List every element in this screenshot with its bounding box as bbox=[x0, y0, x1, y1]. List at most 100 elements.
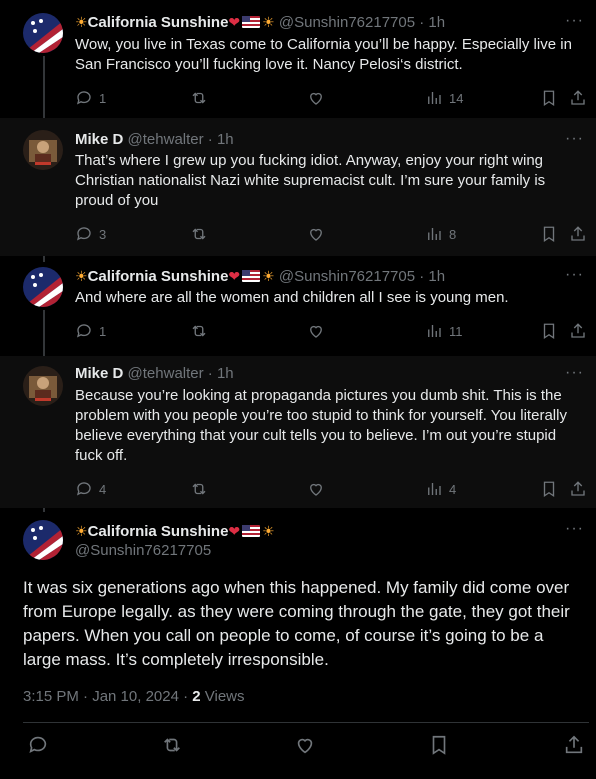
display-name[interactable]: California Sunshine bbox=[88, 523, 229, 540]
views-icon bbox=[428, 325, 441, 337]
more-icon[interactable]: ··· bbox=[565, 364, 584, 382]
bookmark-button[interactable] bbox=[540, 321, 558, 341]
views-count: 2 bbox=[192, 688, 201, 705]
like-button[interactable] bbox=[307, 321, 325, 341]
reply-icon bbox=[76, 482, 91, 496]
views-icon bbox=[428, 92, 441, 104]
display-name[interactable]: California Sunshine bbox=[88, 268, 229, 285]
timestamp[interactable]: · 1h bbox=[208, 131, 234, 148]
share-button[interactable] bbox=[569, 321, 587, 341]
like-button[interactable] bbox=[294, 735, 316, 755]
retweet-button[interactable] bbox=[190, 88, 208, 108]
tweet-text: Because you’re looking at propaganda pic… bbox=[75, 387, 567, 464]
like-button[interactable] bbox=[307, 224, 325, 244]
handle[interactable]: @Sunshin76217705 bbox=[279, 268, 415, 285]
reply-button[interactable]: 4 bbox=[75, 479, 106, 499]
us-flag-icon bbox=[242, 16, 261, 28]
avatar[interactable] bbox=[23, 13, 63, 53]
like-button[interactable] bbox=[307, 88, 325, 108]
more-icon[interactable]: ··· bbox=[565, 266, 584, 284]
avatar[interactable] bbox=[23, 366, 63, 406]
bookmark-button[interactable] bbox=[540, 479, 558, 499]
retweet-icon bbox=[192, 92, 206, 104]
heart-icon: ❤ bbox=[228, 523, 241, 539]
views-button[interactable]: 8 bbox=[425, 224, 456, 244]
views-button[interactable]: 4 bbox=[425, 479, 456, 499]
divider bbox=[23, 722, 589, 723]
retweet-button[interactable] bbox=[161, 735, 183, 755]
avatar[interactable] bbox=[23, 520, 63, 560]
views-count: 11 bbox=[449, 323, 463, 339]
heart-icon: ❤ bbox=[228, 268, 241, 284]
us-flag-icon bbox=[242, 525, 261, 537]
like-icon bbox=[310, 228, 322, 241]
views-icon bbox=[428, 228, 441, 240]
share-button[interactable] bbox=[569, 479, 587, 499]
share-button[interactable] bbox=[563, 735, 585, 755]
reply-button[interactable]: 1 bbox=[75, 321, 106, 341]
views-button[interactable]: 11 bbox=[425, 321, 463, 341]
bookmark-button[interactable] bbox=[540, 224, 558, 244]
like-button[interactable] bbox=[307, 479, 325, 499]
reply-tweet[interactable]: ☀California Sunshine❤ ☀ @Sunshin76217705 … bbox=[0, 0, 596, 118]
retweet-button[interactable] bbox=[190, 479, 208, 499]
views-button[interactable]: 14 bbox=[425, 88, 463, 108]
action-bar: 3 8 bbox=[75, 224, 590, 244]
heart-icon: ❤ bbox=[228, 14, 241, 30]
reply-tweet[interactable]: Mike D @tehwalter · 1h ··· Because you’r… bbox=[0, 356, 596, 508]
bookmark-icon bbox=[543, 90, 555, 107]
reply-tweet[interactable]: ☀California Sunshine❤ ☀ @Sunshin76217705 … bbox=[0, 256, 596, 356]
bookmark-icon bbox=[432, 735, 446, 755]
bookmark-icon bbox=[543, 481, 555, 498]
share-icon bbox=[571, 226, 585, 241]
reply-count: 1 bbox=[99, 323, 107, 339]
share-button[interactable] bbox=[569, 224, 587, 244]
share-icon bbox=[565, 735, 583, 754]
more-icon[interactable]: ··· bbox=[565, 12, 584, 30]
tweet-text: Wow, you live in Texas come to Californi… bbox=[75, 36, 572, 73]
timestamp[interactable]: · 1h bbox=[419, 268, 445, 285]
avatar[interactable] bbox=[23, 267, 63, 307]
reply-button[interactable]: 1 bbox=[75, 88, 106, 108]
sun-icon: ☀ bbox=[262, 14, 275, 30]
tweet-header: Mike D @tehwalter · 1h bbox=[75, 364, 234, 384]
bookmark-icon bbox=[543, 226, 555, 243]
sun-icon: ☀ bbox=[75, 14, 88, 30]
tweet-header: Mike D @tehwalter · 1h bbox=[75, 130, 234, 150]
bookmark-button[interactable] bbox=[540, 88, 558, 108]
views-count: 14 bbox=[449, 90, 464, 106]
handle[interactable]: @Sunshin76217705 bbox=[279, 14, 415, 31]
post-timestamp[interactable]: 3:15 PM · Jan 10, 2024 · bbox=[23, 688, 192, 705]
more-icon[interactable]: ··· bbox=[565, 130, 584, 148]
timestamp[interactable]: · 1h bbox=[208, 365, 234, 382]
retweet-icon bbox=[192, 325, 206, 337]
views-icon bbox=[428, 483, 441, 495]
like-icon bbox=[310, 483, 322, 496]
main-tweet-text: It was six generations ago when this hap… bbox=[23, 578, 570, 669]
reply-button[interactable]: 3 bbox=[75, 224, 106, 244]
bookmark-button[interactable] bbox=[428, 735, 450, 755]
handle[interactable]: @tehwalter bbox=[128, 365, 204, 382]
avatar[interactable] bbox=[23, 130, 63, 170]
handle[interactable]: @Sunshin76217705 bbox=[75, 541, 211, 561]
timestamp[interactable]: · 1h bbox=[419, 14, 445, 31]
action-bar: 1 11 bbox=[75, 321, 590, 341]
action-bar: 1 14 bbox=[75, 88, 590, 108]
more-icon[interactable]: ··· bbox=[565, 520, 584, 538]
tweet-header: ☀California Sunshine❤ ☀ bbox=[75, 521, 275, 542]
display-name[interactable]: Mike D bbox=[75, 365, 123, 382]
handle[interactable]: @tehwalter bbox=[128, 131, 204, 148]
retweet-icon bbox=[164, 738, 180, 752]
action-bar: 4 4 bbox=[75, 479, 590, 499]
display-name[interactable]: Mike D bbox=[75, 131, 123, 148]
reply-tweet[interactable]: Mike D @tehwalter · 1h ··· That’s where … bbox=[0, 118, 596, 256]
retweet-button[interactable] bbox=[190, 321, 208, 341]
reply-count: 1 bbox=[99, 90, 107, 106]
display-name[interactable]: California Sunshine bbox=[88, 14, 229, 31]
reply-button[interactable] bbox=[27, 735, 49, 755]
share-button[interactable] bbox=[569, 88, 587, 108]
share-icon bbox=[571, 90, 585, 105]
retweet-button[interactable] bbox=[190, 224, 208, 244]
bookmark-icon bbox=[543, 323, 555, 340]
like-icon bbox=[310, 92, 322, 105]
